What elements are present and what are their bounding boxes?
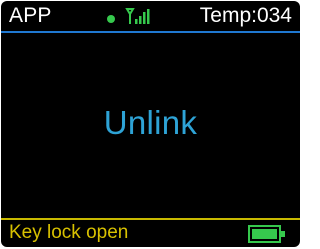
footer-status-text: Key lock open (9, 222, 129, 243)
temperature-readout: Temp:034 (199, 4, 292, 27)
status-dot-icon (107, 15, 115, 23)
app-label: APP (9, 4, 52, 27)
main-status-message: Unlink (103, 104, 198, 141)
device-frame: APP Temp:034 Unlink Key lock open (0, 0, 302, 249)
main-display-area: Unlink (1, 33, 300, 215)
footer-bar: Key lock open (1, 220, 300, 247)
battery-full-icon (248, 225, 285, 243)
signal-antenna-icon (125, 8, 150, 24)
device-screen: APP Temp:034 Unlink Key lock open (1, 1, 300, 247)
status-bar: APP Temp:034 (1, 1, 300, 31)
